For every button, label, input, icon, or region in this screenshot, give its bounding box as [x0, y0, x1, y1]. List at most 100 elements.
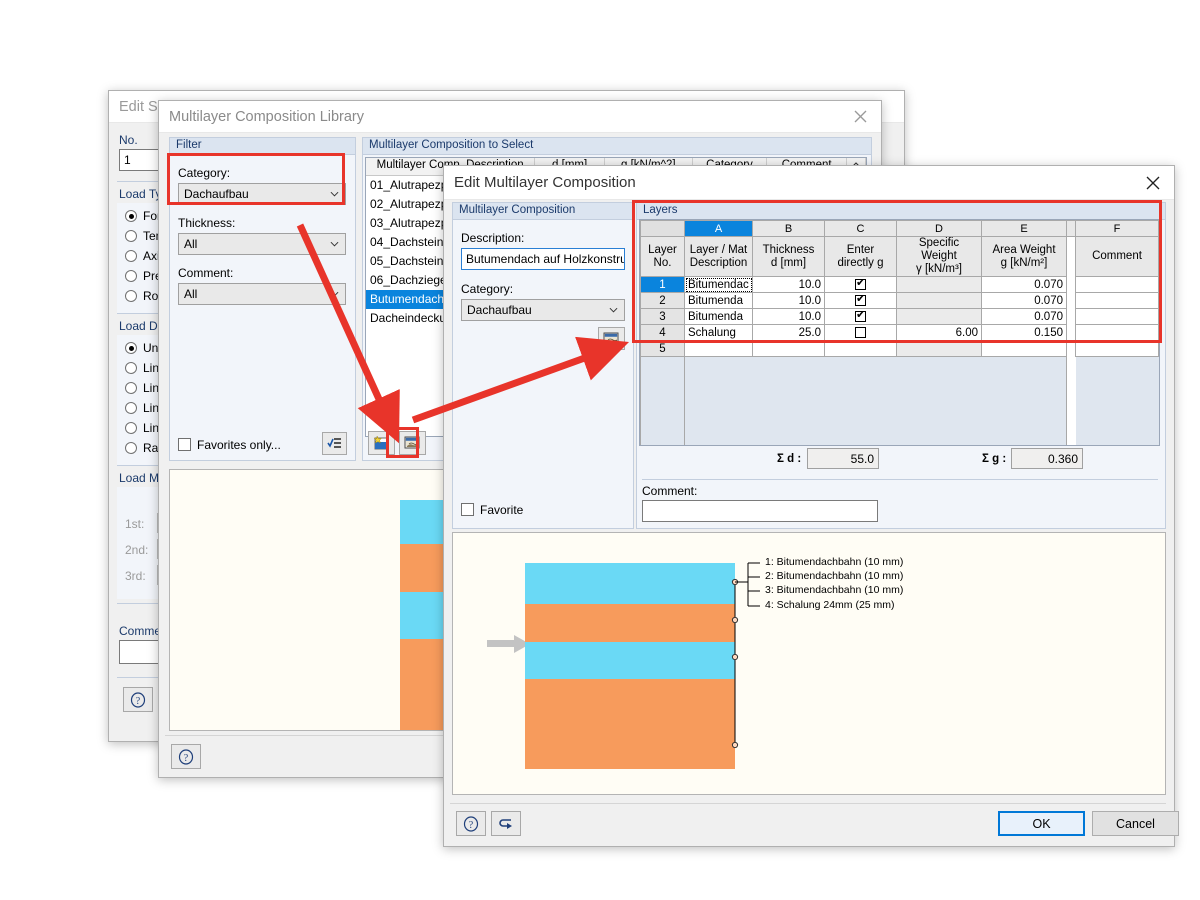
row-no[interactable]: 4 — [641, 325, 685, 341]
preview-label-4: 4: Schalung 24mm (25 mm) — [765, 599, 895, 611]
cell-description[interactable] — [685, 341, 753, 357]
library-help-button[interactable]: ? — [171, 744, 201, 769]
cell-thickness[interactable] — [753, 341, 825, 357]
table-header-row: Layer No. Layer / Mat Description Thickn… — [641, 237, 1159, 277]
cell-thickness[interactable]: 10.0 — [753, 309, 825, 325]
cell-comment[interactable] — [1076, 309, 1159, 325]
col-letter-c[interactable]: C — [825, 221, 897, 237]
edit-help-button[interactable]: ? — [456, 811, 486, 836]
col-letter-e[interactable]: E — [982, 221, 1067, 237]
cell-comment[interactable] — [1076, 277, 1159, 293]
cell-specific-weight[interactable]: 6.00 — [897, 325, 982, 341]
cell-area-weight[interactable]: 0.070 — [982, 293, 1067, 309]
cell-comment[interactable] — [1076, 341, 1159, 357]
edit-category-combo[interactable]: Dachaufbau — [461, 299, 625, 321]
favorite-checkbox[interactable]: Favorite — [461, 503, 523, 517]
favorites-only-checkbox[interactable]: Favorites only... — [178, 438, 281, 452]
col-letter-gap[interactable] — [1067, 221, 1076, 237]
col-letter-d[interactable]: D — [897, 221, 982, 237]
cell-specific-weight[interactable] — [897, 277, 982, 293]
cell-description[interactable]: Bitumenda — [685, 309, 753, 325]
svg-text:?: ? — [184, 753, 189, 764]
table-row[interactable]: 2 Bitumenda 10.0 0.070 — [641, 293, 1159, 309]
help-icon: ? — [178, 749, 194, 765]
cell-enter-directly[interactable] — [825, 325, 897, 341]
cell-area-weight[interactable]: 0.150 — [982, 325, 1067, 341]
hdr-layer-no-l2: No. — [644, 257, 681, 270]
cell-enter-directly[interactable] — [825, 341, 897, 357]
checkbox-icon[interactable] — [855, 279, 866, 290]
row-1st-label: 1st: — [125, 517, 144, 531]
table-row[interactable]: 1 Bitumendac 10.0 0.070 — [641, 277, 1159, 293]
cancel-button[interactable]: Cancel — [1092, 811, 1179, 836]
cell-description[interactable]: Bitumendac — [685, 277, 753, 293]
cell-specific-weight[interactable] — [897, 309, 982, 325]
cell-thickness[interactable]: 10.0 — [753, 277, 825, 293]
edit-comment-field[interactable] — [642, 500, 878, 522]
cell-comment[interactable] — [1076, 325, 1159, 341]
row-no[interactable]: 3 — [641, 309, 685, 325]
cell-description[interactable]: Schalung — [685, 325, 753, 341]
new-composition-button[interactable] — [368, 431, 395, 455]
preview-label-2: 2: Bitumendachbahn (10 mm) — [765, 570, 903, 582]
cell-enter-directly[interactable] — [825, 277, 897, 293]
filter-thickness-value: All — [184, 237, 197, 251]
preview-label-1: 1: Bitumendachbahn (10 mm) — [765, 556, 903, 568]
library-close-button[interactable] — [843, 103, 877, 131]
composition-picture-button[interactable] — [598, 327, 625, 350]
description-field[interactable]: Butumendach auf Holzkonstruktion — [461, 248, 625, 270]
chevron-down-icon — [330, 190, 339, 199]
ok-button[interactable]: OK — [998, 811, 1085, 836]
hdr-area-weight: Area Weight g [kN/m²] — [982, 237, 1067, 277]
edit-composition-button[interactable] — [399, 431, 426, 455]
checkbox-icon[interactable] — [855, 327, 866, 338]
cell-area-weight[interactable]: 0.070 — [982, 277, 1067, 293]
col-letter-b[interactable]: B — [753, 221, 825, 237]
preview-layer — [525, 642, 735, 679]
checkbox-icon[interactable] — [855, 311, 866, 322]
help-icon: ? — [130, 692, 146, 708]
edit-restore-button[interactable] — [491, 811, 521, 836]
edit-multilayer-composition-window: Edit Multilayer Composition Multilayer C… — [443, 165, 1175, 847]
checkbox-icon[interactable] — [855, 295, 866, 306]
row-no[interactable]: 1 — [641, 277, 685, 293]
filter-thickness-combo[interactable]: All — [178, 233, 346, 255]
cell-area-weight[interactable]: 0.070 — [982, 309, 1067, 325]
filter-group: Filter Category: Dachaufbau Thickness: A… — [169, 137, 356, 461]
edit-composition-icon — [603, 332, 620, 346]
cell-area-weight[interactable] — [982, 341, 1067, 357]
hdr-enter-directly-l1: Enter — [828, 244, 893, 257]
cell-specific-weight[interactable] — [897, 341, 982, 357]
filter-comment-combo[interactable]: All — [178, 283, 346, 305]
cell-enter-directly[interactable] — [825, 309, 897, 325]
cell-gap — [1067, 309, 1076, 325]
cell-thickness[interactable]: 25.0 — [753, 325, 825, 341]
sum-d-value: 55.0 — [807, 448, 879, 469]
row-2nd-label: 2nd: — [125, 543, 148, 557]
chevron-down-icon — [609, 306, 618, 315]
table-row[interactable]: 3 Bitumenda 10.0 0.070 — [641, 309, 1159, 325]
cell-enter-directly[interactable] — [825, 293, 897, 309]
filter-category-combo[interactable]: Dachaufbau — [178, 183, 346, 205]
edit-category-value: Dachaufbau — [467, 303, 532, 317]
favorites-filter-button[interactable] — [322, 432, 347, 455]
row-no[interactable]: 2 — [641, 293, 685, 309]
row-no[interactable]: 5 — [641, 341, 685, 357]
sum-g-value: 0.360 — [1011, 448, 1083, 469]
filter-category-label: Category: — [178, 166, 230, 180]
cell-specific-weight[interactable] — [897, 293, 982, 309]
col-letter-a[interactable]: A — [685, 221, 753, 237]
table-row[interactable]: 4 Schalung 25.0 6.00 0.150 — [641, 325, 1159, 341]
cell-description[interactable]: Bitumenda — [685, 293, 753, 309]
table-row[interactable]: 5 — [641, 341, 1159, 357]
col-letter-f[interactable]: F — [1076, 221, 1159, 237]
no-label: No. — [119, 133, 138, 147]
cell-gap — [1067, 293, 1076, 309]
layers-table[interactable]: A B C D E F Layer No. Layer / Mat Descri — [639, 219, 1160, 446]
cell-thickness[interactable]: 10.0 — [753, 293, 825, 309]
library-titlebar: Multilayer Composition Library — [159, 101, 881, 133]
edit-titlebar: Edit Multilayer Composition — [444, 166, 1174, 200]
edit-close-button[interactable] — [1136, 169, 1170, 197]
cell-comment[interactable] — [1076, 293, 1159, 309]
bg-help-button[interactable]: ? — [123, 687, 153, 712]
